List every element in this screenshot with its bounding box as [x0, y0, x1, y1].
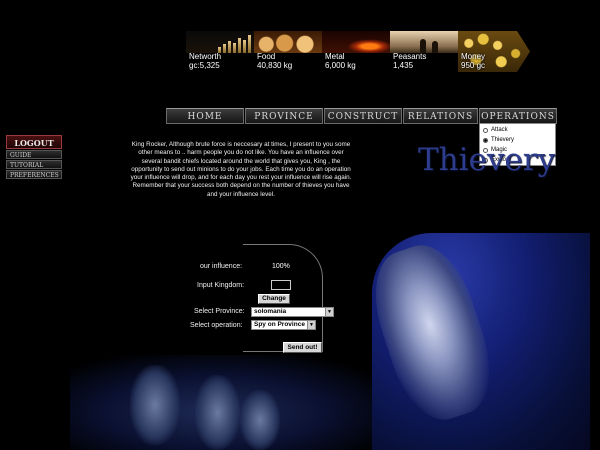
peasants-stat: Peasants 1,435 [390, 31, 458, 72]
preferences-button[interactable]: PREFERENCES [6, 170, 62, 179]
forge-fire-icon [322, 31, 390, 53]
food-value: 40,830 kg [257, 61, 293, 70]
food-label: Food [257, 52, 276, 61]
guide-button[interactable]: GUIDE [6, 150, 62, 159]
intro-text: King Rocker, Although brute force is nec… [130, 141, 352, 198]
resource-banner: Networth gc:5,325 Food 40,830 kg Metal 6… [186, 31, 530, 72]
logout-button[interactable]: LOGOUT [6, 135, 62, 149]
menu-item-label: Attack [491, 127, 508, 133]
operation-label: Select operation: [190, 322, 243, 329]
kingdom-label: Input Kingdom: [197, 282, 245, 289]
send-out-button[interactable]: Send out! [283, 342, 322, 353]
left-menu: LOGOUT GUIDE TUTORIAL PREFERENCES [6, 135, 62, 179]
nav-operations-button[interactable]: OPERATIONS [479, 108, 557, 124]
networth-bars-icon [186, 31, 254, 53]
nav-relations-button[interactable]: RELATIONS [403, 108, 478, 124]
peasants-label: Peasants [393, 52, 427, 61]
metal-value: 6,000 kg [325, 61, 356, 70]
money-label: Money [461, 52, 486, 61]
menu-item-attack[interactable]: Attack [483, 125, 552, 135]
kingdom-input[interactable] [271, 280, 291, 290]
networth-label: Networth [189, 52, 222, 61]
metal-stat: Metal 6,000 kg [322, 31, 390, 72]
chevron-down-icon[interactable]: ▼ [325, 308, 333, 316]
page-title: Thievery [418, 142, 556, 178]
nav-province-button[interactable]: PROVINCE [245, 108, 323, 124]
change-button[interactable]: Change [258, 294, 290, 304]
money-stat: Money 950 gc [458, 31, 530, 72]
networth-stat: Networth gc:5,325 [186, 31, 254, 72]
nav-home-button[interactable]: HOME [166, 108, 244, 124]
warriors-artwork [70, 355, 390, 450]
province-label: Select Province: [194, 308, 245, 315]
tutorial-button[interactable]: TUTORIAL [6, 160, 62, 169]
radio-icon[interactable] [483, 127, 488, 133]
nav-construct-button[interactable]: CONSTRUCT [324, 108, 402, 124]
operation-select[interactable]: Spy on Province ▼ [251, 320, 316, 330]
province-select-value: solomania [254, 308, 287, 315]
bread-icon [254, 31, 322, 53]
metal-label: Metal [325, 52, 345, 61]
influence-value: 100% [272, 263, 290, 270]
province-select[interactable]: solomania ▼ [251, 307, 334, 317]
operation-select-value: Spy on Province [254, 321, 305, 328]
chevron-down-icon[interactable]: ▼ [307, 321, 315, 329]
food-stat: Food 40,830 kg [254, 31, 322, 72]
influence-label: our influence: [200, 263, 243, 270]
money-value: 950 gc [461, 61, 486, 70]
peasants-icon [390, 31, 458, 53]
networth-value: gc:5,325 [189, 61, 220, 70]
peasants-value: 1,435 [393, 61, 414, 70]
